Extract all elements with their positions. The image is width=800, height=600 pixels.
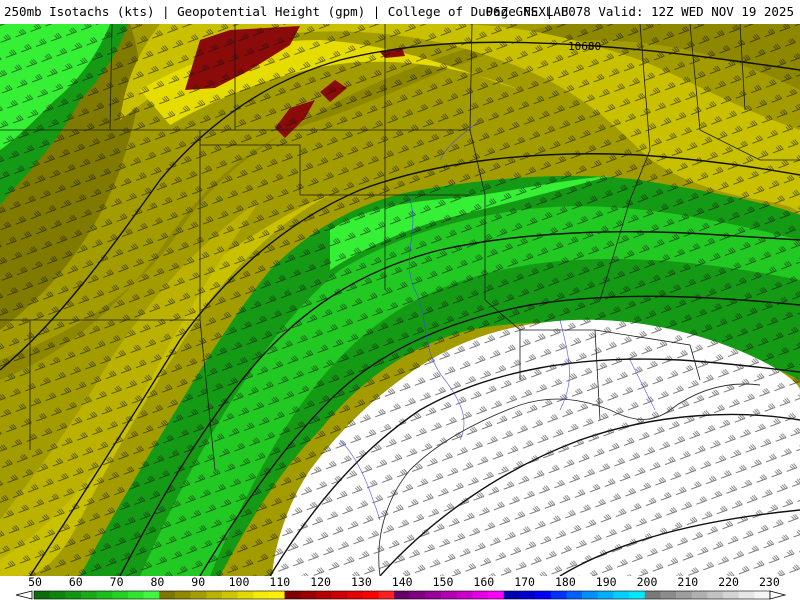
colorbar-swatch (644, 591, 661, 599)
colorbar-swatch (676, 591, 693, 599)
colorbar-swatch (441, 591, 458, 599)
colorbar-label: 160 (473, 576, 494, 589)
colorbar-labels: 50 60 70 80 90 100 110 120 130 140 150 160 170 180 190… (28, 576, 780, 589)
colorbar-swatch (96, 591, 113, 599)
map-header: 250mb Isotachs (kts) | Geopotential Heig… (0, 0, 800, 24)
wind-barbs (0, 24, 800, 576)
colorbar-swatch (582, 591, 599, 599)
colorbar-label: 100 (229, 576, 250, 589)
colorbar-swatch (566, 591, 583, 599)
colorbar-label: 170 (514, 576, 535, 589)
colorbar-swatch (331, 591, 348, 599)
colorbar-swatch (65, 591, 82, 599)
colorbar-swatch (347, 591, 364, 599)
colorbar-label: 120 (310, 576, 331, 589)
colorbar-swatch (613, 591, 630, 599)
colorbar-swatch (535, 591, 552, 599)
colorbar-label: 90 (191, 576, 205, 589)
colorbar-swatch (206, 591, 223, 599)
colorbar-swatch (425, 591, 442, 599)
colorbar-label: 110 (269, 576, 290, 589)
colorbar-label: 190 (596, 576, 617, 589)
colorbar-swatch (754, 591, 771, 599)
colorbar-swatch (597, 591, 614, 599)
colorbar-label: 130 (351, 576, 372, 589)
colorbar-swatch (253, 591, 270, 599)
colorbar-swatch (691, 591, 708, 599)
colorbar-swatch (174, 591, 191, 599)
colorbar-swatch (362, 591, 379, 599)
weather-map: 10680 (0, 24, 800, 576)
colorbar-label: 200 (637, 576, 658, 589)
colorbar-swatch (707, 591, 724, 599)
colorbar-swatch (738, 591, 755, 599)
colorbar-swatch (394, 591, 411, 599)
colorbar-label: 210 (677, 576, 698, 589)
colorbar-label: 230 (759, 576, 780, 589)
colorbar-swatch (49, 591, 66, 599)
colorbar-swatch (159, 591, 176, 599)
colorbar-label: 180 (555, 576, 576, 589)
colorbar-swatch (268, 591, 285, 599)
colorbar-swatch (34, 591, 50, 599)
colorbar-swatch (284, 591, 301, 599)
colorbar-label: 80 (150, 576, 164, 589)
colorbar-swatch (378, 591, 395, 599)
colorbar-label: 140 (392, 576, 413, 589)
colorbar-label: 220 (718, 576, 739, 589)
colorbar-label: 70 (110, 576, 124, 589)
colorbar-swatch (300, 591, 317, 599)
colorbar-label: 50 (28, 576, 42, 589)
colorbar-swatch (237, 591, 254, 599)
colorbar-swatch (127, 591, 144, 599)
colorbar-swatches (33, 590, 771, 600)
colorbar-swatch (472, 591, 489, 599)
colorbar-swatch (629, 591, 646, 599)
colorbar-swatch (723, 591, 739, 599)
colorbar-swatch (519, 591, 536, 599)
isotach-colorbar: 50 60 70 80 90 100 110 120 130 140 150 160 170 180 190… (0, 576, 800, 600)
colorbar-swatch (190, 591, 207, 599)
colorbar-swatch (660, 591, 677, 599)
colorbar-right-arrow (769, 590, 787, 600)
colorbar-swatch (143, 591, 160, 599)
colorbar-swatch (315, 591, 332, 599)
colorbar-swatch (221, 591, 238, 599)
colorbar-label: 60 (69, 576, 83, 589)
colorbar-swatch (409, 591, 426, 599)
model-run-info: 06Z GFS | F078 Valid: 12Z WED NOV 19 202… (485, 4, 794, 19)
colorbar-swatch (488, 591, 505, 599)
colorbar-label: 150 (433, 576, 454, 589)
colorbar-swatch (503, 591, 520, 599)
colorbar-swatch (550, 591, 567, 599)
colorbar-swatch (80, 591, 97, 599)
map-title: 250mb Isotachs (kts) | Geopotential Heig… (4, 4, 569, 19)
colorbar-swatch (112, 591, 129, 599)
colorbar-left-arrow (15, 590, 33, 600)
colorbar-swatch (456, 591, 473, 599)
contour-label: 10680 (568, 40, 601, 53)
